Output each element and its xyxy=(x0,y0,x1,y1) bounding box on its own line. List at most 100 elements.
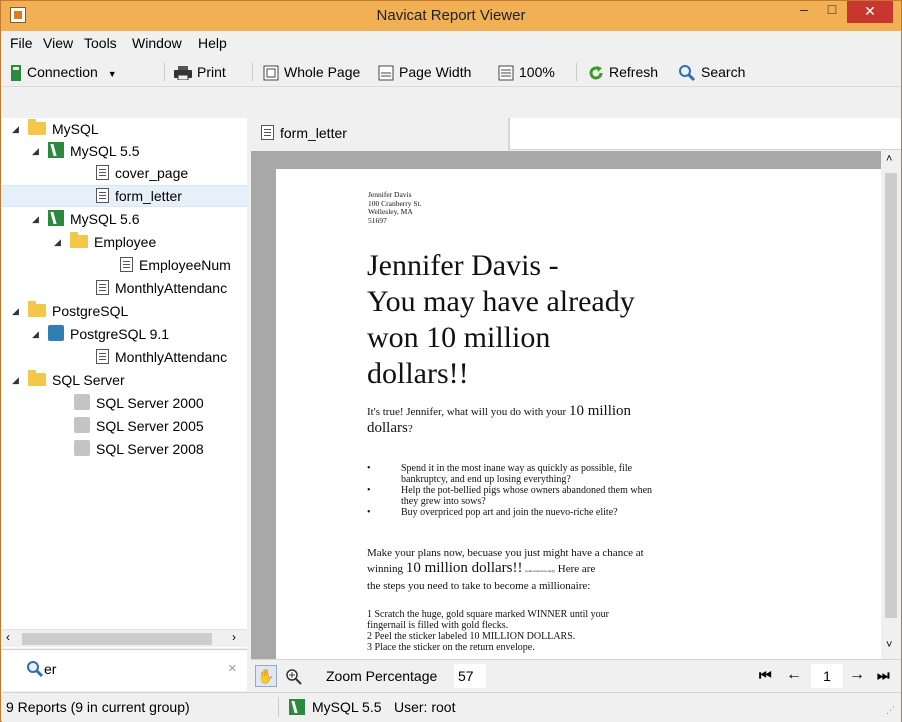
print-label: Print xyxy=(197,64,226,80)
tree-label: MySQL 5.5 xyxy=(70,143,140,159)
tree-label: cover_page xyxy=(115,165,189,181)
app-window: Navicat Report Viewer – □ ✕ File View To… xyxy=(0,0,902,722)
mysql-connection-icon xyxy=(289,699,305,715)
scroll-left-icon[interactable]: ‹ xyxy=(6,630,10,644)
letter-headline: Jennifer Davis - You may have already wo… xyxy=(367,248,635,392)
folder-icon xyxy=(28,369,46,386)
tab-form-letter[interactable]: form_letter xyxy=(251,118,509,150)
zoom-100-button[interactable]: 100% xyxy=(498,62,555,84)
collapse-arrow-icon[interactable]: ◢ xyxy=(12,118,22,140)
search-icon xyxy=(679,65,696,82)
list-item-text: they grew into sows? xyxy=(401,496,486,507)
toolbar: Connection ▼ Print Whole Page Page Width… xyxy=(2,57,901,87)
whole-page-label: Whole Page xyxy=(284,64,361,80)
tree-node-monthly-attendance-mysql[interactable]: MonthlyAttendanc xyxy=(96,277,227,299)
menu-file[interactable]: File xyxy=(10,35,33,51)
tree-node-monthly-attendance-pg[interactable]: MonthlyAttendanc xyxy=(96,346,227,368)
tree-horizontal-scrollbar[interactable]: ‹ › xyxy=(2,629,247,647)
search-button[interactable]: Search xyxy=(678,62,745,84)
folder-icon xyxy=(70,231,88,248)
bullet-icon: • xyxy=(367,485,371,496)
refresh-button[interactable]: Refresh xyxy=(588,62,658,84)
menu-help[interactable]: Help xyxy=(198,35,227,51)
page-number-input[interactable]: 1 xyxy=(811,664,843,688)
tree-label: SQL Server 2000 xyxy=(96,395,204,411)
next-page-icon[interactable]: → xyxy=(849,666,865,684)
pan-tool-button[interactable]: ✋ xyxy=(255,665,277,687)
zoom-percentage-input[interactable]: 57 xyxy=(454,664,486,688)
scroll-right-icon[interactable]: › xyxy=(232,630,236,644)
tree-node-sqlserver[interactable]: ◢ SQL Server xyxy=(12,369,125,391)
whole-page-button[interactable]: Whole Page xyxy=(263,62,360,84)
first-page-icon[interactable]: ⏮ xyxy=(759,667,772,684)
clear-search-icon[interactable]: × xyxy=(228,660,237,677)
tree-node-form-letter[interactable]: form_letter xyxy=(96,185,182,207)
connection-label: Connection xyxy=(27,64,98,80)
print-button[interactable]: Print xyxy=(174,62,226,84)
bullet-icon: • xyxy=(367,507,371,518)
tree-node-employeenum[interactable]: EmployeeNum xyxy=(120,254,231,276)
tree-node-mysql56[interactable]: ◢ MySQL 5.6 xyxy=(32,208,140,230)
report-vertical-scrollbar[interactable]: ˄ ˅ xyxy=(881,151,901,659)
last-page-icon[interactable]: ⏭ xyxy=(877,667,890,684)
paragraph-text: ? xyxy=(407,423,413,435)
tree-node-ss2008[interactable]: SQL Server 2008 xyxy=(74,438,204,460)
minimize-button[interactable]: – xyxy=(791,1,817,23)
resize-grip-icon[interactable]: ⋰ xyxy=(886,705,895,716)
scrollbar-thumb[interactable] xyxy=(22,633,212,645)
step-text: 1 Scratch the huge, gold square marked W… xyxy=(367,609,609,620)
collapse-arrow-icon[interactable]: ◢ xyxy=(54,231,64,253)
close-button[interactable]: ✕ xyxy=(847,1,893,23)
report-tab-strip: form_letter xyxy=(251,118,901,150)
tree-node-postgresql[interactable]: ◢ PostgreSQL xyxy=(12,300,128,322)
menu-view[interactable]: View xyxy=(43,35,73,51)
collapse-arrow-icon[interactable]: ◢ xyxy=(32,140,42,162)
report-preview-area[interactable]: Jennifer Davis 100 Cranberry St. Wellesl… xyxy=(251,151,881,659)
tree-search-input[interactable]: er xyxy=(44,661,56,677)
collapse-arrow-icon[interactable]: ◢ xyxy=(12,300,22,322)
report-count-status: 9 Reports (9 in current group) xyxy=(6,699,190,715)
toolbar-separator xyxy=(164,63,165,81)
collapse-arrow-icon[interactable]: ◢ xyxy=(32,323,42,345)
tree-node-mysql[interactable]: ◢ MySQL xyxy=(12,118,99,140)
printer-icon xyxy=(174,66,192,81)
bullet-icon: • xyxy=(367,463,371,474)
zoom-in-icon[interactable] xyxy=(285,668,303,686)
menu-tools[interactable]: Tools xyxy=(84,35,117,51)
postgresql-connection-icon xyxy=(48,325,64,342)
search-label: Search xyxy=(701,64,746,80)
previous-page-icon[interactable]: ← xyxy=(786,666,802,684)
scroll-up-icon[interactable]: ˄ xyxy=(886,153,892,165)
collapse-arrow-icon[interactable]: ◢ xyxy=(32,208,42,230)
tree-node-ss2000[interactable]: SQL Server 2000 xyxy=(74,392,204,414)
tree-node-employee[interactable]: ◢ Employee xyxy=(54,231,156,253)
menu-window[interactable]: Window xyxy=(132,35,182,51)
tree-node-ss2005[interactable]: SQL Server 2005 xyxy=(74,415,204,437)
tree-label: SQL Server 2008 xyxy=(96,441,204,457)
report-icon xyxy=(96,279,109,295)
refresh-label: Refresh xyxy=(609,64,659,80)
fine-print: (some restrictions apply) xyxy=(525,569,556,573)
chevron-down-icon: ▼ xyxy=(107,69,117,79)
maximize-button[interactable]: □ xyxy=(819,1,845,23)
tree-label: SQL Server 2005 xyxy=(96,418,204,434)
list-item-text: Buy overpriced pop art and join the nuev… xyxy=(401,507,618,518)
list-item-text: Spend it in the most inane way as quickl… xyxy=(401,463,633,474)
status-divider xyxy=(278,697,279,717)
tree-label: MonthlyAttendanc xyxy=(115,280,228,296)
tree-node-mysql55[interactable]: ◢ MySQL 5.5 xyxy=(32,140,140,162)
scrollbar-thumb[interactable] xyxy=(885,173,897,618)
page-width-button[interactable]: Page Width xyxy=(378,62,471,84)
connection-button[interactable]: Connection ▼ xyxy=(10,62,117,84)
tree-node-pg91[interactable]: ◢ PostgreSQL 9.1 xyxy=(32,323,169,345)
title-bar[interactable]: Navicat Report Viewer – □ ✕ xyxy=(1,1,901,31)
report-icon xyxy=(261,124,274,140)
connection-status: MySQL 5.5 xyxy=(312,699,382,715)
collapse-arrow-icon[interactable]: ◢ xyxy=(12,369,22,391)
connection-icon xyxy=(11,65,21,82)
report-icon xyxy=(96,164,109,180)
scroll-down-icon[interactable]: ˅ xyxy=(886,639,892,651)
step-text: 3 Place the sticker on the return envelo… xyxy=(367,642,535,653)
address-line: 51697 xyxy=(368,215,387,225)
tree-node-cover-page[interactable]: cover_page xyxy=(96,162,188,184)
